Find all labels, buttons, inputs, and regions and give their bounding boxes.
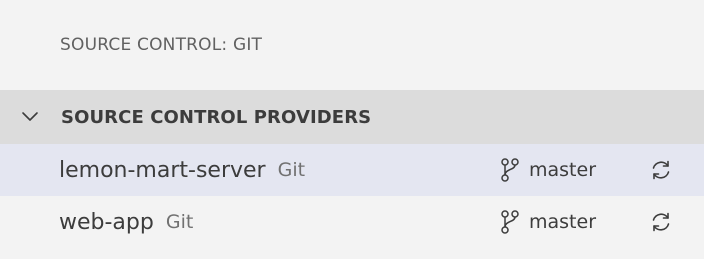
section-title: SOURCE CONTROL PROVIDERS (61, 106, 372, 128)
repo-provider: Git (165, 211, 194, 233)
panel-bottom-edge (0, 248, 704, 259)
panel-title: SOURCE CONTROL: GIT (60, 35, 263, 55)
section-header-source-control-providers[interactable]: SOURCE CONTROL PROVIDERS (0, 90, 704, 144)
provider-row-lemon-mart-server[interactable]: lemon-mart-server Git master (0, 144, 704, 196)
provider-row-web-app[interactable]: web-app Git master (0, 196, 704, 248)
git-branch-icon (499, 209, 521, 235)
sync-icon[interactable] (648, 209, 674, 235)
repo-name: lemon-mart-server (59, 157, 266, 183)
branch-label: master (529, 159, 597, 181)
provider-list: lemon-mart-server Git master web-app Git… (0, 144, 704, 248)
sync-icon[interactable] (648, 157, 674, 183)
repo-name: web-app (59, 209, 154, 235)
repo-provider: Git (277, 159, 306, 181)
git-branch-icon (499, 157, 521, 183)
branch-button[interactable]: master (499, 144, 596, 196)
panel-header: SOURCE CONTROL: GIT (0, 0, 704, 90)
branch-button[interactable]: master (499, 196, 596, 248)
branch-label: master (529, 211, 597, 233)
chevron-down-icon[interactable] (19, 106, 41, 128)
source-control-panel: SOURCE CONTROL: GIT SOURCE CONTROL PROVI… (0, 0, 704, 259)
